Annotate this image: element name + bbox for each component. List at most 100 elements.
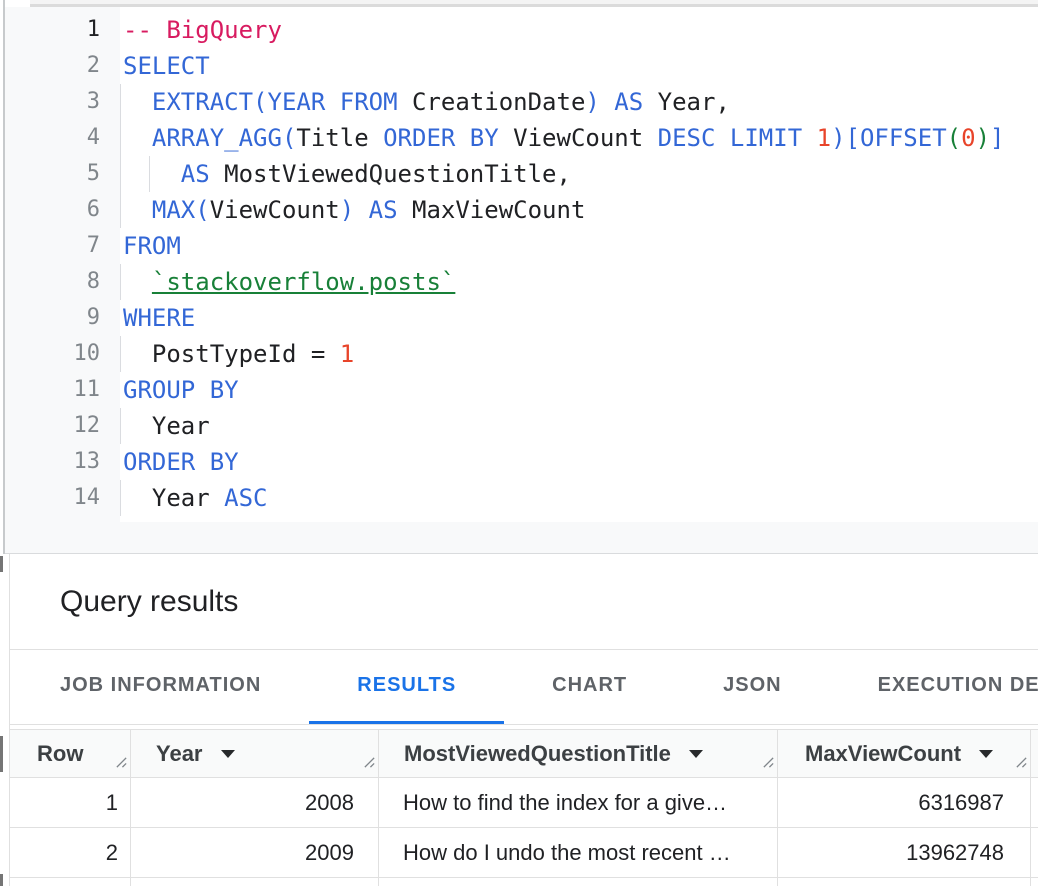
- code-line[interactable]: 13ORDER BY: [5, 444, 1038, 480]
- column-header-inner: Year: [132, 741, 377, 767]
- code-text: GROUP BY: [120, 372, 239, 408]
- tab-execution-details[interactable]: EXECUTION DETAILS: [830, 650, 1038, 724]
- code-token: ORDER BY: [123, 448, 239, 476]
- cell-filler: [10, 878, 131, 886]
- code-line[interactable]: 12 Year: [5, 408, 1038, 444]
- code-line[interactable]: 14 Year ASC: [5, 480, 1038, 516]
- table-reference-link[interactable]: `stackoverflow.posts`: [152, 268, 455, 296]
- line-number: 6: [5, 192, 120, 228]
- code-line[interactable]: 6 MAX(ViewCount) AS MaxViewCount: [5, 192, 1038, 228]
- code-token: ]: [990, 124, 1004, 152]
- column-menu-icon[interactable]: [979, 750, 993, 758]
- code-token: ViewCount: [210, 196, 340, 224]
- code-token: MAX(: [152, 196, 210, 224]
- column-header-label: MostViewedQuestionTitle: [404, 741, 671, 767]
- line-number: 9: [5, 300, 120, 336]
- code-token: )[OFFSET: [831, 124, 947, 152]
- column-header-mostviewedquestiontitle[interactable]: MostViewedQuestionTitle: [379, 730, 778, 778]
- cell-row-number: 2: [10, 828, 131, 878]
- column-header-filler[interactable]: [1031, 730, 1038, 778]
- code-line[interactable]: 4 ARRAY_AGG(Title ORDER BY ViewCount DES…: [5, 120, 1038, 156]
- column-resize-grip-icon[interactable]: [363, 749, 376, 775]
- column-header-label: MaxViewCount: [805, 741, 961, 767]
- column-resize-grip-icon[interactable]: [115, 749, 128, 775]
- code-line[interactable]: 2SELECT: [5, 48, 1038, 84]
- code-text: FROM: [120, 228, 181, 264]
- code-line[interactable]: 3 EXTRACT(YEAR FROM CreationDate) AS Yea…: [5, 84, 1038, 120]
- code-token: GROUP BY: [123, 376, 239, 404]
- code-token: YEAR FROM: [268, 88, 413, 116]
- column-header-inner: Row: [11, 741, 129, 767]
- cell-filler: [379, 878, 778, 886]
- line-number: 4: [5, 120, 120, 156]
- sql-editor[interactable]: 1-- BigQuery2SELECT3 EXTRACT(YEAR FROM C…: [5, 7, 1038, 522]
- column-resize-grip-icon[interactable]: [762, 749, 775, 775]
- indent-guide: [149, 156, 150, 192]
- line-number: 8: [5, 264, 120, 300]
- code-text: AS MostViewedQuestionTitle,: [120, 156, 571, 192]
- line-number: 12: [5, 408, 120, 444]
- code-line[interactable]: 10 PostTypeId = 1: [5, 336, 1038, 372]
- code-line[interactable]: 8 `stackoverflow.posts`: [5, 264, 1038, 300]
- cell-filler: [1031, 878, 1038, 886]
- code-text: `stackoverflow.posts`: [120, 264, 455, 300]
- code-text: Year: [120, 408, 210, 444]
- scrollbar-thumb[interactable]: [0, 556, 3, 572]
- cell-filler: [131, 878, 379, 886]
- code-token: ): [976, 124, 990, 152]
- code-token: MostViewedQuestionTitle,: [224, 160, 571, 188]
- top-toolbar-edge: [30, 0, 1038, 7]
- code-lines: 1-- BigQuery2SELECT3 EXTRACT(YEAR FROM C…: [5, 12, 1038, 516]
- cell-question-title: How do I undo the most recent …: [379, 828, 778, 878]
- code-token: [123, 88, 152, 116]
- indent-guide: [120, 480, 121, 516]
- code-line[interactable]: 7FROM: [5, 228, 1038, 264]
- results-tabbar: JOB INFORMATIONRESULTSCHARTJSONEXECUTION…: [10, 650, 1038, 725]
- code-token: WHERE: [123, 304, 195, 332]
- cell-row-number: 1: [10, 778, 131, 828]
- code-text: Year ASC: [120, 480, 268, 516]
- column-menu-icon[interactable]: [221, 750, 235, 758]
- tab-chart[interactable]: CHART: [504, 650, 675, 724]
- line-number: 2: [5, 48, 120, 84]
- column-header-maxviewcount[interactable]: MaxViewCount: [778, 730, 1031, 778]
- code-token: Year: [123, 412, 210, 440]
- cell-filler: [778, 878, 1031, 886]
- code-token: [123, 160, 181, 188]
- scrollbar-thumb[interactable]: [0, 874, 3, 886]
- query-results-panel-header: Query results: [10, 555, 1038, 650]
- code-line[interactable]: 5 AS MostViewedQuestionTitle,: [5, 156, 1038, 192]
- tab-results[interactable]: RESULTS: [309, 650, 504, 724]
- column-menu-icon[interactable]: [689, 750, 703, 758]
- table-header-row: RowYear MostViewedQuestionTitle MaxViewCou…: [10, 730, 1038, 778]
- code-text: ARRAY_AGG(Title ORDER BY ViewCount DESC …: [120, 120, 1004, 156]
- column-header-row[interactable]: Row: [10, 730, 131, 778]
- code-text: EXTRACT(YEAR FROM CreationDate) AS Year,: [120, 84, 730, 120]
- code-line[interactable]: 1-- BigQuery: [5, 12, 1038, 48]
- bigquery-editor-screen: 1-- BigQuery2SELECT3 EXTRACT(YEAR FROM C…: [0, 0, 1038, 886]
- indent-guide: [120, 156, 121, 192]
- tab-json[interactable]: JSON: [675, 650, 829, 724]
- code-token: [123, 124, 152, 152]
- line-number: 14: [5, 480, 120, 516]
- cell-max-view-count: 6316987: [778, 778, 1031, 828]
- line-number: 10: [5, 336, 120, 372]
- code-token: FROM: [123, 232, 181, 260]
- line-number: 1: [5, 12, 120, 48]
- code-line[interactable]: 9WHERE: [5, 300, 1038, 336]
- tab-job-information[interactable]: JOB INFORMATION: [12, 650, 309, 724]
- code-token: PostTypeId =: [123, 340, 340, 368]
- column-header-year[interactable]: Year: [131, 730, 379, 778]
- cell-year: 2008: [131, 778, 379, 828]
- cell-filler: [1031, 828, 1038, 878]
- indent-guide: [120, 264, 121, 300]
- code-token: MaxViewCount: [412, 196, 585, 224]
- code-token: [123, 268, 152, 296]
- code-text: PostTypeId = 1: [120, 336, 354, 372]
- code-text: SELECT: [120, 48, 210, 84]
- cell-filler: [1031, 778, 1038, 828]
- code-line[interactable]: 11GROUP BY: [5, 372, 1038, 408]
- column-resize-grip-icon[interactable]: [1015, 749, 1028, 775]
- table-row: 12008How to find the index for a give…63…: [10, 778, 1038, 828]
- scrollbar-thumb[interactable]: [0, 736, 3, 772]
